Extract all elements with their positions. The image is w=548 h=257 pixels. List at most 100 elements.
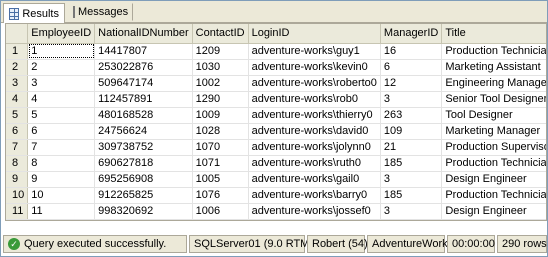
table-cell[interactable]: 1028 [192, 123, 249, 140]
column-header-contactid[interactable]: ContactID [192, 24, 249, 44]
table-cell[interactable]: 253022876 [94, 59, 193, 76]
table-row[interactable]: 6 6 24756624 1028 adventure-works\david0 109 M… [6, 123, 546, 140]
table-row[interactable]: 9 9 695256908 1005 adventure-works\gail0 3 Des… [6, 171, 546, 188]
table-cell[interactable]: Design Engineer [441, 171, 546, 188]
table-cell[interactable]: 6 [27, 123, 96, 140]
table-cell[interactable]: 10 [27, 187, 96, 204]
table-cell[interactable]: 1076 [192, 187, 249, 204]
table-cell[interactable]: 480168528 [94, 107, 193, 124]
table-row[interactable]: 2 2 253022876 1030 adventure-works\kevin0 6 Ma… [6, 59, 546, 76]
table-cell[interactable]: 9 [27, 171, 96, 188]
tab-results[interactable]: Results [3, 3, 65, 23]
table-cell[interactable]: 1071 [192, 155, 249, 172]
table-cell[interactable]: 12 [380, 75, 443, 92]
table-cell[interactable]: 3 [27, 75, 96, 92]
table-cell[interactable]: Senior Tool Designer [441, 91, 546, 108]
table-cell[interactable]: Engineering Manager [441, 75, 546, 92]
table-cell[interactable]: 185 [380, 187, 443, 204]
row-number[interactable]: 5 [6, 107, 29, 124]
status-message-text: Query executed successfully. [24, 238, 167, 250]
row-number[interactable]: 10 [6, 187, 29, 204]
table-cell[interactable]: 690627818 [94, 155, 193, 172]
table-cell[interactable]: 6 [380, 59, 443, 76]
results-grid[interactable]: EmployeeID NationalIDNumber ContactID Lo… [5, 23, 547, 221]
status-elapsed-time: 00:00:00 [447, 235, 495, 253]
row-number[interactable]: 11 [6, 203, 29, 220]
table-cell[interactable]: 912265825 [94, 187, 193, 204]
table-cell[interactable]: Design Engineer [441, 203, 546, 220]
table-cell[interactable]: 11 [27, 203, 96, 220]
table-cell[interactable]: adventure-works\thierry0 [248, 107, 381, 124]
table-cell[interactable]: 109 [380, 123, 443, 140]
table-cell[interactable]: 14417807 [94, 43, 193, 60]
table-cell[interactable]: Production Technician - WC1 [441, 155, 546, 172]
column-header-loginid[interactable]: LoginID [248, 24, 381, 44]
table-cell[interactable]: 695256908 [94, 171, 193, 188]
table-cell[interactable]: Production Technician - WC6 [441, 43, 546, 60]
row-number[interactable]: 1 [6, 43, 29, 60]
grid-corner[interactable] [6, 24, 29, 44]
table-cell[interactable]: 4 [27, 91, 96, 108]
table-cell[interactable]: 112457891 [94, 91, 193, 108]
column-header-managerid[interactable]: ManagerID [380, 24, 443, 44]
table-cell[interactable]: 1 [27, 43, 96, 60]
table-cell[interactable]: adventure-works\kevin0 [248, 59, 381, 76]
table-cell[interactable]: 3 [380, 91, 443, 108]
table-cell[interactable]: 1070 [192, 139, 249, 156]
table-cell[interactable]: adventure-works\david0 [248, 123, 381, 140]
table-cell[interactable]: 309738752 [94, 139, 193, 156]
table-cell[interactable]: 16 [380, 43, 443, 60]
row-number[interactable]: 2 [6, 59, 29, 76]
row-number[interactable]: 8 [6, 155, 29, 172]
table-row[interactable]: 5 5 480168528 1009 adventure-works\thierry0 2… [6, 107, 546, 124]
table-cell[interactable]: 3 [380, 171, 443, 188]
table-cell[interactable]: 7 [27, 139, 96, 156]
table-cell[interactable]: 263 [380, 107, 443, 124]
table-cell[interactable]: adventure-works\jolynn0 [248, 139, 381, 156]
table-cell[interactable]: 5 [27, 107, 96, 124]
table-cell[interactable]: 185 [380, 155, 443, 172]
table-cell[interactable]: 21 [380, 139, 443, 156]
table-cell[interactable]: 1009 [192, 107, 249, 124]
table-cell[interactable]: 2 [27, 59, 96, 76]
table-cell[interactable]: adventure-works\gail0 [248, 171, 381, 188]
row-number[interactable]: 9 [6, 171, 29, 188]
table-row[interactable]: 1 1 14417807 1209 adventure-works\guy1 16 Prod… [6, 43, 546, 60]
table-cell[interactable]: 1290 [192, 91, 249, 108]
table-cell[interactable]: adventure-works\ruth0 [248, 155, 381, 172]
column-header-title[interactable]: Title [441, 24, 546, 44]
row-number[interactable]: 3 [6, 75, 29, 92]
table-row[interactable]: 4 4 112457891 1290 adventure-works\rob0 3 Seni… [6, 91, 546, 108]
table-cell[interactable]: adventure-works\barry0 [248, 187, 381, 204]
table-row[interactable]: 11 11 998320692 1006 adventure-works\jossef0… [6, 203, 546, 220]
tab-messages[interactable]: Messages [67, 3, 133, 21]
table-cell[interactable]: 24756624 [94, 123, 193, 140]
table-cell[interactable]: adventure-works\jossef0 [248, 203, 381, 220]
table-cell[interactable]: Tool Designer [441, 107, 546, 124]
table-cell[interactable]: 1006 [192, 203, 249, 220]
column-header-employeeid[interactable]: EmployeeID [27, 24, 96, 44]
table-cell[interactable]: Production Technician - WC1 [441, 187, 546, 204]
table-cell[interactable]: 8 [27, 155, 96, 172]
table-cell[interactable]: Production Supervisor - WC60 [441, 139, 546, 156]
row-number[interactable]: 4 [6, 91, 29, 108]
table-cell[interactable]: 1209 [192, 43, 249, 60]
table-row[interactable]: 8 8 690627818 1071 adventure-works\ruth0 185 P… [6, 155, 546, 172]
table-cell[interactable]: 1005 [192, 171, 249, 188]
table-cell[interactable]: Marketing Manager [441, 123, 546, 140]
table-cell[interactable]: Marketing Assistant [441, 59, 546, 76]
column-header-nationalidnumber[interactable]: NationalIDNumber [94, 24, 193, 44]
row-number[interactable]: 6 [6, 123, 29, 140]
table-cell[interactable]: 1030 [192, 59, 249, 76]
table-row[interactable]: 10 10 912265825 1076 adventure-works\barry0 1… [6, 187, 546, 204]
table-cell[interactable]: 1002 [192, 75, 249, 92]
table-cell[interactable]: adventure-works\rob0 [248, 91, 381, 108]
table-cell[interactable]: adventure-works\guy1 [248, 43, 381, 60]
table-cell[interactable]: 509647174 [94, 75, 193, 92]
table-cell[interactable]: adventure-works\roberto0 [248, 75, 381, 92]
table-cell[interactable]: 998320692 [94, 203, 193, 220]
table-row[interactable]: 7 7 309738752 1070 adventure-works\jolynn0 21… [6, 139, 546, 156]
table-row[interactable]: 3 3 509647174 1002 adventure-works\roberto0 1… [6, 75, 546, 92]
row-number[interactable]: 7 [6, 139, 29, 156]
table-cell[interactable]: 3 [380, 203, 443, 220]
